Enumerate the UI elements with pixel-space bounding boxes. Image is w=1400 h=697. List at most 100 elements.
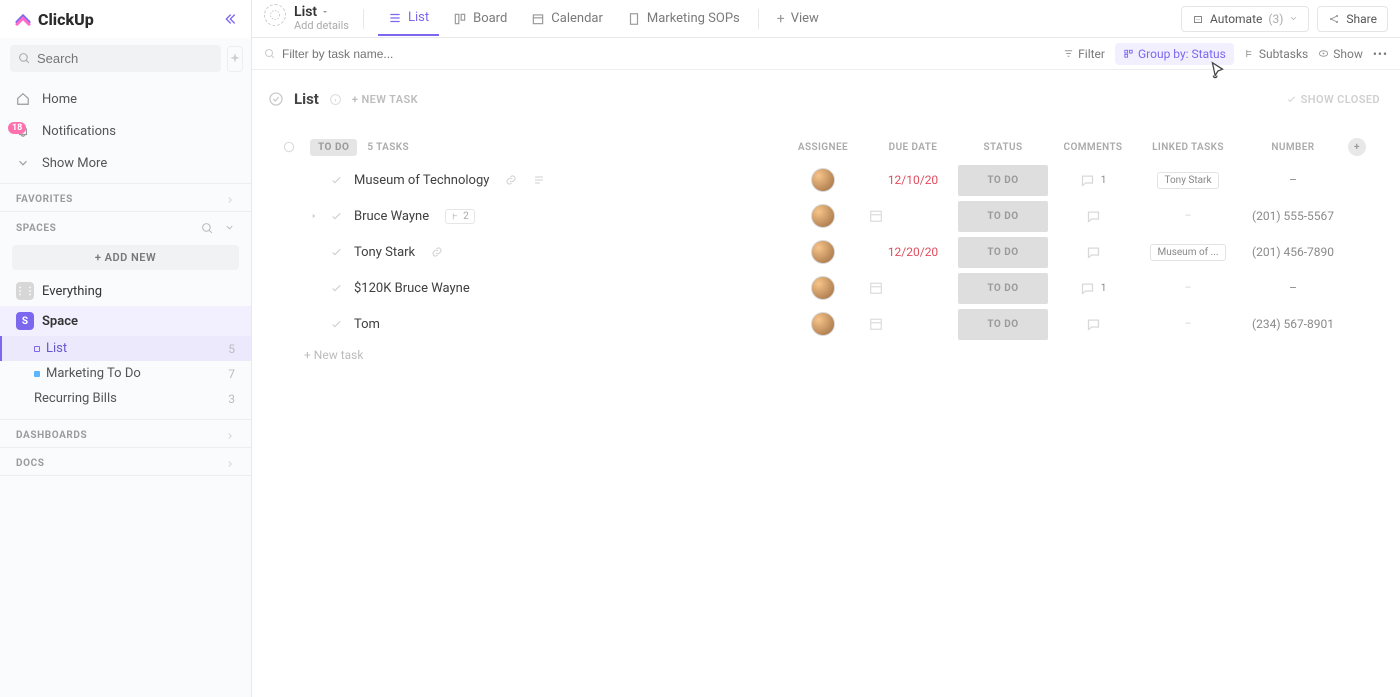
status-chip[interactable]: TO DO: [958, 165, 1048, 196]
status-chip[interactable]: TO DO: [958, 201, 1048, 232]
task-row[interactable]: Bruce Wayne2TO DO–(201) 555-5567: [264, 198, 1388, 234]
due-date-empty[interactable]: [868, 280, 958, 296]
search-icon[interactable]: [201, 222, 214, 235]
favorites-header[interactable]: FAVORITES: [0, 184, 251, 211]
comments-cell[interactable]: [1048, 209, 1138, 224]
tab-calendar[interactable]: Calendar: [521, 2, 613, 35]
sidebar-list-item[interactable]: Marketing To Do 7: [0, 361, 251, 386]
comments-cell[interactable]: [1048, 317, 1138, 332]
linked-task-pill[interactable]: Museum of ...: [1150, 244, 1225, 261]
col-linked[interactable]: LINKED TASKS: [1138, 142, 1238, 153]
assignee-avatar[interactable]: [811, 312, 835, 336]
chevron-left-icon: [221, 11, 237, 27]
number-cell[interactable]: (201) 555-5567: [1252, 209, 1334, 223]
assignee-avatar[interactable]: [811, 168, 835, 192]
collapse-sidebar-button[interactable]: [221, 11, 237, 27]
complete-toggle[interactable]: [330, 281, 344, 295]
task-name[interactable]: Tom: [354, 317, 380, 332]
col-comments[interactable]: COMMENTS: [1048, 142, 1138, 153]
task-name[interactable]: Tony Stark: [354, 245, 415, 260]
assignee-avatar[interactable]: [811, 240, 835, 264]
linked-task-pill[interactable]: Tony Stark: [1157, 172, 1218, 189]
complete-toggle[interactable]: [330, 173, 344, 187]
subtasks-button[interactable]: Subtasks: [1244, 47, 1308, 61]
comments-cell[interactable]: 1: [1048, 173, 1138, 188]
show-closed-button[interactable]: SHOW CLOSED: [1286, 93, 1380, 106]
add-view-button[interactable]: + View: [767, 2, 829, 36]
logo[interactable]: ClickUp: [14, 10, 94, 29]
info-icon[interactable]: [329, 93, 342, 106]
list-count: 5: [228, 342, 235, 356]
number-cell[interactable]: –: [1289, 173, 1297, 187]
search-input[interactable]: [37, 51, 213, 66]
filter-input-wrap[interactable]: [264, 47, 1063, 61]
show-button[interactable]: Show: [1318, 47, 1363, 61]
nav-notifications[interactable]: 18 Notifications: [0, 115, 251, 147]
space-everything[interactable]: ⋮⋮ Everything: [0, 276, 251, 306]
list-title[interactable]: List: [294, 4, 349, 20]
more-button[interactable]: •••: [1373, 47, 1388, 61]
number-cell[interactable]: (201) 456-7890: [1252, 245, 1334, 259]
number-cell[interactable]: –: [1289, 281, 1297, 295]
select-all[interactable]: [274, 140, 304, 154]
due-date-empty[interactable]: [868, 316, 958, 332]
filter-input[interactable]: [282, 47, 1063, 61]
ai-button[interactable]: [227, 46, 243, 72]
task-name[interactable]: Bruce Wayne: [354, 209, 429, 224]
collapse-group-icon[interactable]: [268, 91, 284, 107]
add-column-button[interactable]: +: [1348, 138, 1378, 156]
nav-home[interactable]: Home: [0, 83, 251, 115]
sidebar-list-item[interactable]: Recurring Bills 3: [0, 386, 251, 411]
task-row[interactable]: Museum of Technology 12/10/20 TO DO1 Tony S…: [264, 162, 1388, 198]
nav-show-more[interactable]: Show More: [0, 147, 251, 179]
tab-board[interactable]: Board: [443, 2, 517, 35]
docs-header[interactable]: DOCS: [0, 448, 251, 475]
sidebar-list-item[interactable]: List 5: [0, 336, 251, 361]
list-settings-icon[interactable]: [264, 4, 286, 26]
tab-doc[interactable]: Marketing SOPs: [617, 2, 750, 35]
assignee-avatar[interactable]: [811, 204, 835, 228]
subtask-count[interactable]: 2: [445, 209, 475, 224]
number-cell[interactable]: (234) 567-8901: [1252, 317, 1334, 331]
due-date-empty[interactable]: [868, 208, 958, 224]
table-header: TO DO 5 TASKS ASSIGNEE DUE DATE STATUS C…: [264, 132, 1388, 162]
list-subtitle[interactable]: Add details: [294, 20, 349, 33]
tab-list[interactable]: List: [378, 1, 439, 36]
expand-caret[interactable]: [310, 212, 320, 220]
col-due[interactable]: DUE DATE: [868, 142, 958, 153]
chevron-down-icon[interactable]: [224, 222, 235, 233]
assignee-avatar[interactable]: [811, 276, 835, 300]
task-row[interactable]: TomTO DO–(234) 567-8901: [264, 306, 1388, 342]
space-item[interactable]: S Space: [0, 306, 251, 336]
task-name[interactable]: $120K Bruce Wayne: [354, 281, 470, 296]
new-task-row[interactable]: + New task: [264, 342, 1388, 368]
col-status[interactable]: STATUS: [958, 142, 1048, 153]
search-icon: [18, 52, 31, 65]
dashboards-header[interactable]: DASHBOARDS: [0, 420, 251, 447]
col-assignee[interactable]: ASSIGNEE: [778, 142, 868, 153]
automate-button[interactable]: Automate (3): [1181, 6, 1309, 32]
status-chip[interactable]: TO DO: [958, 237, 1048, 268]
status-chip[interactable]: TO DO: [958, 309, 1048, 340]
task-row[interactable]: $120K Bruce WayneTO DO1––: [264, 270, 1388, 306]
task-row[interactable]: Tony Stark 12/20/20 TO DO Museum of ... (201…: [264, 234, 1388, 270]
share-button[interactable]: Share: [1317, 6, 1388, 32]
search-box[interactable]: [10, 45, 221, 72]
status-chip[interactable]: TO DO: [958, 273, 1048, 304]
new-task-button[interactable]: + NEW TASK: [352, 93, 418, 106]
sidebar-header: ClickUp: [0, 0, 251, 38]
task-name[interactable]: Museum of Technology: [354, 173, 489, 188]
due-date[interactable]: 12/10/20: [888, 173, 938, 187]
complete-toggle[interactable]: [330, 317, 344, 331]
status-group-chip[interactable]: TO DO: [310, 139, 357, 156]
comments-cell[interactable]: [1048, 245, 1138, 260]
complete-toggle[interactable]: [330, 209, 344, 223]
due-date[interactable]: 12/20/20: [888, 245, 938, 259]
complete-toggle[interactable]: [330, 245, 344, 259]
col-number[interactable]: NUMBER: [1238, 142, 1348, 153]
comments-cell[interactable]: 1: [1048, 281, 1138, 296]
list-name: List: [46, 341, 67, 356]
groupby-button[interactable]: Group by: Status: [1115, 43, 1234, 65]
add-new-button[interactable]: + ADD NEW: [12, 245, 239, 270]
filter-button[interactable]: Filter: [1063, 47, 1105, 61]
